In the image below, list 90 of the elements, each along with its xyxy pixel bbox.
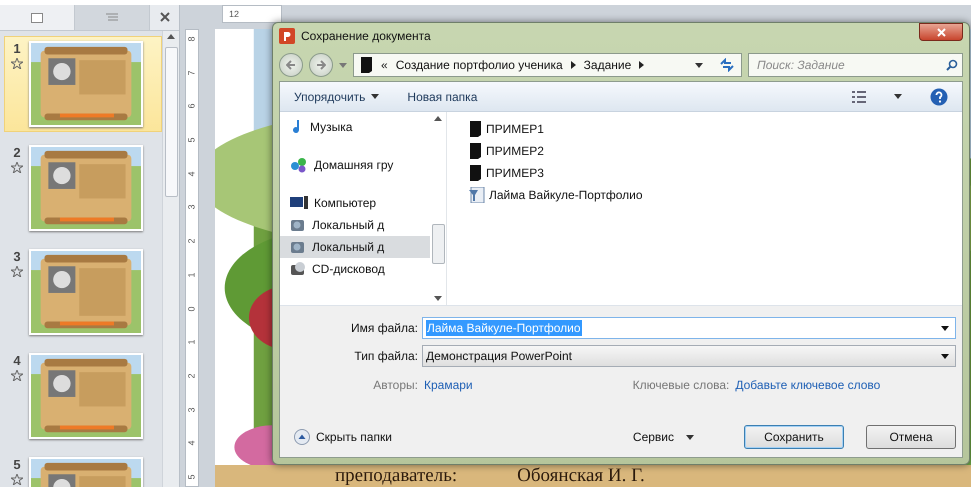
nav-item[interactable]: Музыка [280,116,430,138]
scrollbar[interactable] [430,112,447,305]
file-item[interactable]: Лайма Вайкуле-Портфолио [469,186,962,204]
new-folder-button[interactable]: Новая папка [407,90,478,104]
hide-folders-button[interactable]: Скрыть папки [294,429,392,445]
back-arrow-icon [286,60,296,70]
keywords-link[interactable]: Добавьте ключевое слово [735,378,880,392]
presentation-file-icon [469,187,485,203]
authors-link[interactable]: Крамари [424,378,473,392]
slide-number: 5 [13,457,21,472]
star-icon [11,58,23,69]
field-label: Ключевые слова: [632,378,730,392]
nav-item[interactable]: Домашняя гру [280,154,430,176]
slide-thumbnail[interactable]: 1 [4,36,162,132]
slide-text: преподаватель: [335,465,458,487]
slide-number: 2 [13,145,21,160]
search-field[interactable]: Поиск: Задание [748,53,963,77]
scroll-up-icon[interactable] [167,34,175,39]
slide-thumbnail[interactable]: 2 [4,140,162,236]
star-icon [11,162,23,173]
star-icon [11,266,23,277]
slide-thumbnail[interactable]: 3 [4,244,162,340]
organize-button[interactable]: Упорядочить [294,90,380,104]
file-item[interactable]: ПРИМЕР2 [469,142,962,160]
collapse-icon [294,429,310,445]
outline-icon [106,12,118,22]
folder-icon [469,165,482,181]
star-icon [11,370,23,381]
slide-text: Обоянская И. Г. [517,465,645,487]
save-button[interactable]: Сохранить [744,425,844,449]
refresh-icon[interactable] [719,58,735,72]
scrollbar-thumb[interactable] [432,224,444,264]
slide-number: 1 [13,41,21,56]
breadcrumb-item[interactable]: Задание [584,58,632,72]
caret-icon [371,94,380,99]
slide-thumbnail[interactable]: 4 [4,348,162,444]
field-label: Имя файла: [350,321,418,335]
vertical-ruler: 8 7 6 5 4 3 2 1 0 1 2 3 4 5 [185,29,199,487]
chevron-icon [639,61,644,69]
close-button[interactable] [919,23,963,41]
caret-icon [339,62,347,68]
scroll-up-icon[interactable] [434,116,442,121]
scrollbar-thumb[interactable] [164,47,178,197]
caret-icon [941,326,949,330]
homegroup-icon [290,157,308,173]
help-icon[interactable] [930,88,948,106]
caret-icon [686,434,694,440]
back-button[interactable] [279,53,303,77]
close-icon[interactable] [160,12,170,22]
chevron-icon [570,61,576,69]
disk-drive-icon [290,217,306,233]
file-type-dropdown[interactable]: Демонстрация PowerPoint [422,345,956,367]
folder-icon [360,57,373,73]
forward-arrow-icon [316,60,326,70]
horizontal-ruler: 12 [222,5,282,23]
slide-icon [31,12,43,22]
nav-item[interactable]: Локальный д [280,236,430,258]
scrollbar[interactable] [162,31,179,487]
computer-icon [290,196,308,210]
folder-icon [469,121,482,137]
star-icon [11,474,23,485]
disk-drive-icon [290,239,306,255]
field-label: Авторы: [372,378,418,392]
folder-icon [469,143,482,159]
forward-button[interactable] [309,53,333,77]
slide-number: 3 [13,249,21,264]
nav-item[interactable]: Компьютер [280,192,430,214]
tools-button[interactable]: Сервис [626,429,700,445]
breadcrumb-item[interactable]: Создание портфолио ученика [396,58,563,72]
app-icon [279,28,295,44]
file-item[interactable]: ПРИМЕР1 [469,120,962,138]
caret-icon [434,296,442,301]
file-item[interactable]: ПРИМЕР3 [469,164,962,182]
cd-drive-icon [290,261,306,277]
slide-thumbnail[interactable]: 5 [4,452,162,487]
close-icon [936,28,946,36]
nav-item[interactable]: CD-дисковод [280,258,430,280]
view-options-icon[interactable] [852,90,866,102]
breadcrumb-item[interactable]: « [381,58,388,72]
slides-tab[interactable] [0,5,75,30]
cancel-button[interactable]: Отмена [866,425,956,449]
search-icon [946,59,958,71]
address-bar[interactable]: « Создание портфолио ученика Задание [353,53,742,77]
slide-number: 4 [13,353,21,368]
nav-item[interactable]: Локальный д [280,214,430,236]
field-label: Тип файла: [353,349,418,363]
caret-icon [695,62,703,68]
caret-icon [894,94,902,99]
window-title: Сохранение документа [301,29,432,43]
caret-icon [941,354,949,358]
